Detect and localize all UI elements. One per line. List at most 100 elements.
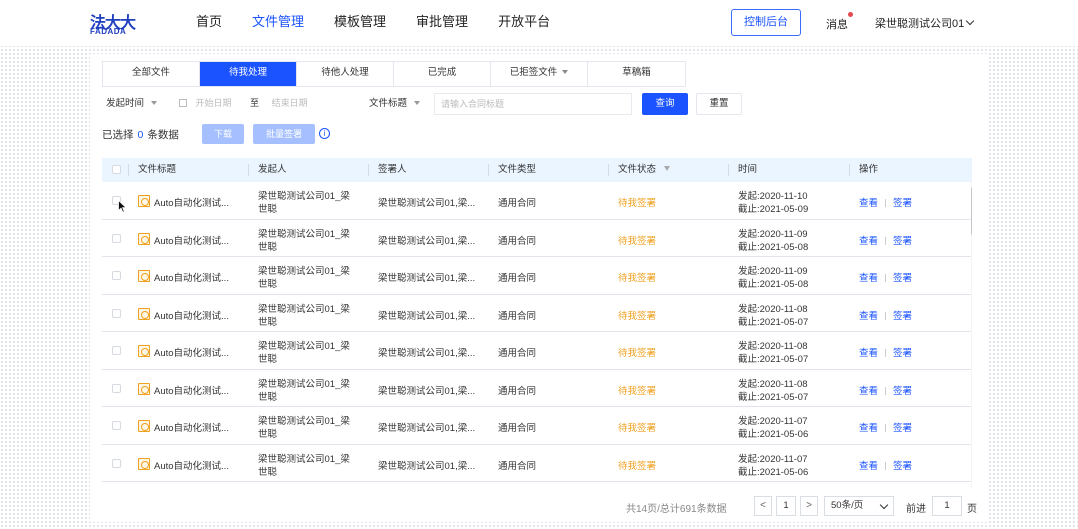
row-checkbox[interactable] (112, 421, 121, 430)
deadline-time: 截止:2021-05-09 (738, 204, 809, 215)
nav-item-4[interactable]: 开放平台 (498, 0, 550, 46)
column-header-4[interactable]: 文件状态 (618, 158, 671, 182)
start-date-input[interactable]: 开始日期 (196, 98, 232, 108)
table-row[interactable]: Auto自动化测试... 梁世聪测试公司01_梁 世聪 梁世聪测试公司01,梁... 通… (102, 407, 972, 445)
start-time: 发起:2020-11-07 (738, 453, 808, 465)
sign-link[interactable]: 签署 (893, 311, 912, 322)
nav-item-3[interactable]: 审批管理 (416, 0, 468, 46)
table-row[interactable]: Auto自动化测试... 梁世聪测试公司01_梁 世聪 梁世聪测试公司01,梁... 通… (102, 370, 972, 407)
sign-link[interactable]: 签署 (893, 236, 912, 247)
filter-icon[interactable] (664, 166, 671, 171)
column-divider (728, 164, 729, 176)
sign-link[interactable]: 签署 (893, 198, 912, 209)
fadada-logo[interactable]: 法大大 FADADA (90, 9, 136, 37)
view-link[interactable]: 查看 (859, 348, 878, 359)
sign-link[interactable]: 签署 (893, 423, 912, 434)
table-row[interactable]: Auto自动化测试... 梁世聪测试公司01_梁 世聪 梁世聪测试公司01,梁... 通… (102, 445, 972, 482)
sign-link[interactable]: 签署 (893, 273, 912, 284)
time-type-select[interactable]: 发起时间 (106, 93, 170, 115)
row-actions: 查看 签署 (859, 270, 912, 284)
file-title[interactable]: Auto自动化测试... (154, 308, 229, 322)
date-range-picker[interactable]: 开始日期 至 结束日期 (172, 93, 360, 115)
column-header-1: 发起人 (258, 158, 287, 182)
tab-4[interactable]: 已拒签文件 (491, 62, 588, 86)
row-checkbox[interactable] (112, 271, 121, 280)
goto-page-input[interactable]: 1 (932, 496, 962, 516)
sender-line-1: 梁世聪测试公司01_梁 (258, 416, 350, 427)
query-button[interactable]: 查询 (642, 93, 688, 115)
table-row[interactable]: Auto自动化测试... 梁世聪测试公司01_梁 世聪 梁世聪测试公司01,梁... 通… (102, 257, 972, 295)
sign-link[interactable]: 签署 (893, 386, 912, 397)
page-size-select[interactable]: 50条/页 (824, 496, 894, 516)
deadline-time: 截止:2021-05-08 (738, 279, 809, 290)
console-button[interactable]: 控制后台 (731, 9, 801, 36)
view-link[interactable]: 查看 (859, 236, 878, 247)
row-checkbox[interactable] (112, 346, 121, 355)
view-link[interactable]: 查看 (859, 423, 878, 434)
next-page-button[interactable]: > (800, 496, 818, 516)
file-title[interactable]: Auto自动化测试... (154, 233, 229, 247)
download-button[interactable]: 下载 (202, 124, 244, 144)
table-scrollbar-thumb[interactable] (971, 186, 972, 236)
file-title[interactable]: Auto自动化测试... (154, 458, 229, 472)
signers: 梁世聪测试公司01,梁... (378, 348, 476, 359)
table-row[interactable]: Auto自动化测试... 梁世聪测试公司01_梁 世聪 梁世聪测试公司01,梁... 通… (102, 182, 972, 220)
end-date-input[interactable]: 结束日期 (272, 98, 308, 108)
row-actions: 查看 签署 (859, 458, 912, 472)
keyword-input[interactable]: 请输入合同标题 (434, 93, 632, 115)
view-link[interactable]: 查看 (859, 273, 878, 284)
view-link[interactable]: 查看 (859, 461, 878, 472)
messages-link[interactable]: 消息 (826, 16, 848, 32)
file-type: 通用合同 (498, 385, 537, 397)
nav-item-1[interactable]: 文件管理 (252, 0, 304, 46)
column-divider (849, 164, 850, 176)
file-title[interactable]: Auto自动化测试... (154, 195, 229, 209)
unread-dot-icon (848, 12, 853, 17)
table-row[interactable]: Auto自动化测试... 梁世聪测试公司01_梁 世聪 梁世聪测试公司01,梁... 通… (102, 295, 972, 332)
row-checkbox[interactable] (112, 458, 121, 468)
action-divider (885, 199, 887, 207)
file-type: 通用合同 (498, 348, 537, 359)
file-title[interactable]: Auto自动化测试... (154, 383, 229, 397)
row-checkbox[interactable] (112, 383, 121, 393)
deadline-time: 截止:2021-05-06 (738, 466, 809, 478)
sender-line-2: 世聪 (258, 391, 278, 403)
nav-item-0[interactable]: 首页 (196, 0, 222, 46)
sender-line-1: 梁世聪测试公司01_梁 (258, 378, 350, 390)
document-icon (138, 420, 150, 432)
sender-line-1: 梁世聪测试公司01_梁 (258, 191, 350, 202)
pagination-total: 共14页/总计691条数据 (626, 504, 727, 515)
tab-1[interactable]: 待我处理 (200, 62, 297, 86)
tab-2[interactable]: 待他人处理 (297, 62, 394, 86)
prev-page-button[interactable]: < (754, 496, 772, 516)
tab-0[interactable]: 全部文件 (103, 62, 200, 86)
start-time: 发起:2020-11-07 (738, 416, 808, 427)
table-row[interactable]: Auto自动化测试... 梁世聪测试公司01_梁 世聪 梁世聪测试公司01,梁... 通… (102, 332, 972, 370)
file-title[interactable]: Auto自动化测试... (154, 270, 229, 284)
view-link[interactable]: 查看 (859, 311, 878, 322)
view-link[interactable]: 查看 (859, 386, 878, 397)
tab-5[interactable]: 草稿箱 (588, 62, 685, 86)
tab-3[interactable]: 已完成 (394, 62, 491, 86)
table-row[interactable]: Auto自动化测试... 梁世聪测试公司01_梁 世聪 梁世聪测试公司01,梁... 通… (102, 220, 972, 257)
start-time: 发起:2020-11-08 (738, 341, 808, 352)
action-divider (885, 424, 887, 432)
search-field-select[interactable]: 文件标题 (369, 93, 431, 115)
column-divider (368, 164, 369, 176)
row-checkbox[interactable] (112, 308, 121, 318)
file-status: 待我签署 (618, 348, 657, 359)
nav-item-2[interactable]: 模板管理 (334, 0, 386, 46)
file-title[interactable]: Auto自动化测试... (154, 420, 229, 434)
row-checkbox[interactable] (112, 233, 121, 243)
info-icon[interactable]: i (319, 128, 330, 139)
batch-sign-button[interactable]: 批量签署 (253, 124, 315, 144)
view-link[interactable]: 查看 (859, 198, 878, 209)
file-title[interactable]: Auto自动化测试... (154, 345, 229, 359)
sign-link[interactable]: 签署 (893, 348, 912, 359)
current-page[interactable]: 1 (776, 496, 796, 516)
user-menu[interactable]: 梁世聪测试公司01 (875, 15, 975, 31)
select-all-checkbox[interactable] (112, 165, 121, 174)
deadline-time: 截止:2021-05-07 (738, 354, 809, 365)
sign-link[interactable]: 签署 (893, 461, 912, 472)
reset-button[interactable]: 重置 (696, 93, 742, 115)
